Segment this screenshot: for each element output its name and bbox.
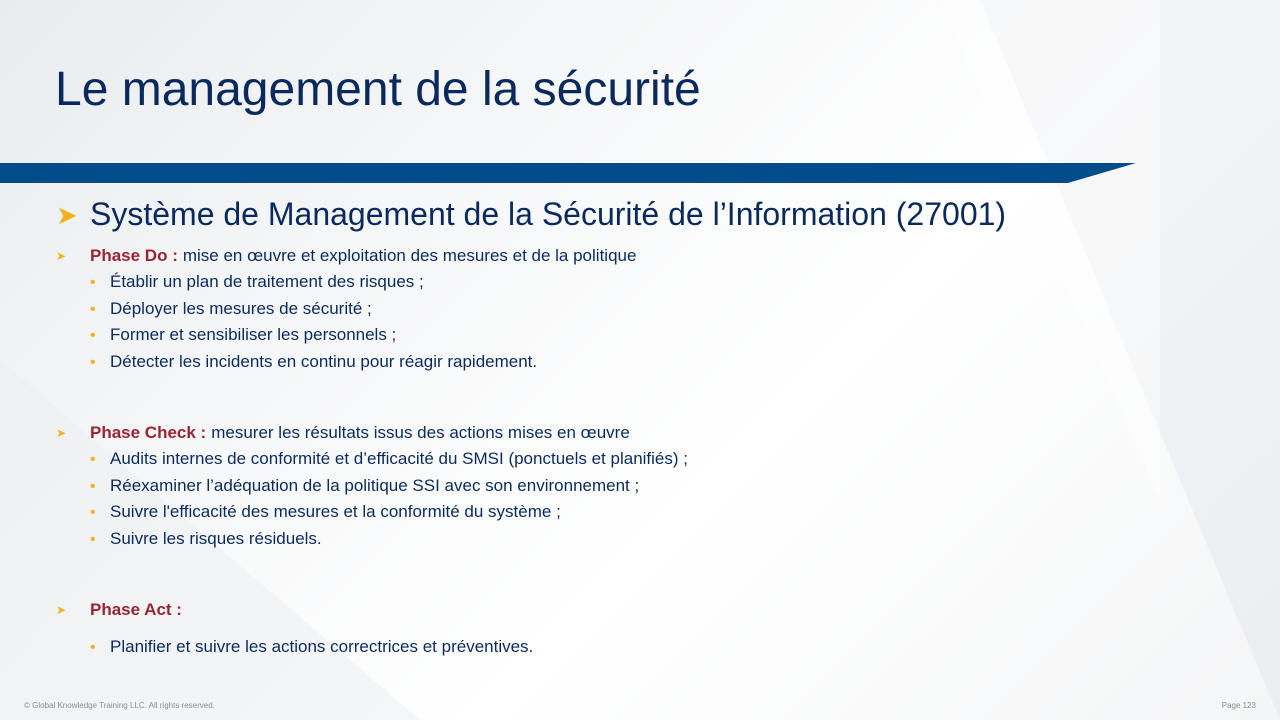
main-heading-text: Système de Management de la Sécurité de … [90, 196, 1007, 232]
background-facet [940, 0, 1160, 500]
list-item: • Suivre l'efficacité des mesures et la c… [90, 502, 688, 529]
phase-items: • Audits internes de conformité et d’effi… [56, 449, 688, 555]
list-item-text: Détecter les incidents en continu pour r… [110, 351, 538, 371]
dot-icon: • [90, 327, 96, 344]
dot-icon: • [90, 353, 96, 371]
list-item-text: Former et sensibiliser les personnels ; [110, 325, 397, 344]
phase-check: ➤ Phase Check : mesurer les résultats is… [56, 423, 688, 555]
phase-do: ➤ Phase Do : mise en œuvre et exploitati… [56, 246, 636, 378]
footer-page-number: Page 123 [1221, 701, 1256, 710]
list-item-text: Planifier et suivre les actions correctr… [110, 637, 534, 656]
phase-heading: ➤ Phase Act : [56, 600, 533, 626]
phase-description: mesurer les résultats issus des actions … [211, 423, 630, 442]
phase-name: Phase Act : [90, 600, 182, 619]
phase-items: • Planifier et suivre les actions correct… [56, 637, 533, 664]
list-item-text: Audits internes de conformité et d’effic… [110, 449, 688, 468]
arrowhead-icon: ➤ [56, 199, 78, 230]
dot-icon: • [90, 530, 96, 548]
footer-copyright: © Global Knowledge Training LLC. All rig… [24, 701, 215, 710]
title-banner [0, 163, 1136, 183]
list-item: • Détecter les incidents en continu pour … [90, 352, 636, 379]
list-item: • Réexaminer l’adéquation de la politique… [90, 476, 688, 503]
phase-name: Phase Check : [90, 423, 207, 442]
dot-icon: • [90, 300, 96, 318]
phase-heading: ➤ Phase Do : mise en œuvre et exploitati… [56, 246, 636, 272]
list-item: • Établir un plan de traitement des risqu… [90, 272, 636, 299]
dot-icon: • [90, 274, 96, 291]
dot-icon: • [90, 504, 96, 521]
phase-description: mise en œuvre et exploitation des mesure… [182, 246, 637, 265]
list-item: • Déployer les mesures de sécurité ; [90, 299, 636, 326]
list-item: • Former et sensibiliser les personnels ; [90, 325, 636, 352]
arrowhead-icon: ➤ [56, 426, 67, 440]
list-item: • Suivre les risques résiduels. [90, 529, 688, 556]
arrowhead-icon: ➤ [56, 249, 67, 263]
background-facet [980, 0, 1280, 720]
phase-items: • Établir un plan de traitement des risqu… [56, 272, 636, 378]
dot-icon: • [90, 477, 96, 495]
phase-name: Phase Do : [90, 246, 178, 265]
arrowhead-icon: ➤ [56, 603, 67, 617]
slide-title: Le management de la sécurité [55, 63, 701, 116]
main-heading: ➤ Système de Management de la Sécurité d… [56, 196, 1006, 233]
dot-icon: • [90, 639, 96, 656]
list-item-text: Suivre l'efficacité des mesures et la co… [110, 502, 561, 521]
list-item-text: Suivre les risques résiduels. [110, 528, 322, 548]
list-item-text: Déployer les mesures de sécurité ; [110, 298, 372, 318]
dot-icon: • [90, 451, 96, 468]
phase-heading: ➤ Phase Check : mesurer les résultats is… [56, 423, 688, 449]
list-item: • Planifier et suivre les actions correct… [90, 637, 533, 664]
phase-act: ➤ Phase Act : • Planifier et suivre les a… [56, 600, 533, 664]
list-item-text: Réexaminer l’adéquation de la politique … [110, 475, 640, 495]
list-item: • Audits internes de conformité et d’effi… [90, 449, 688, 476]
list-item-text: Établir un plan de traitement des risque… [110, 272, 424, 291]
